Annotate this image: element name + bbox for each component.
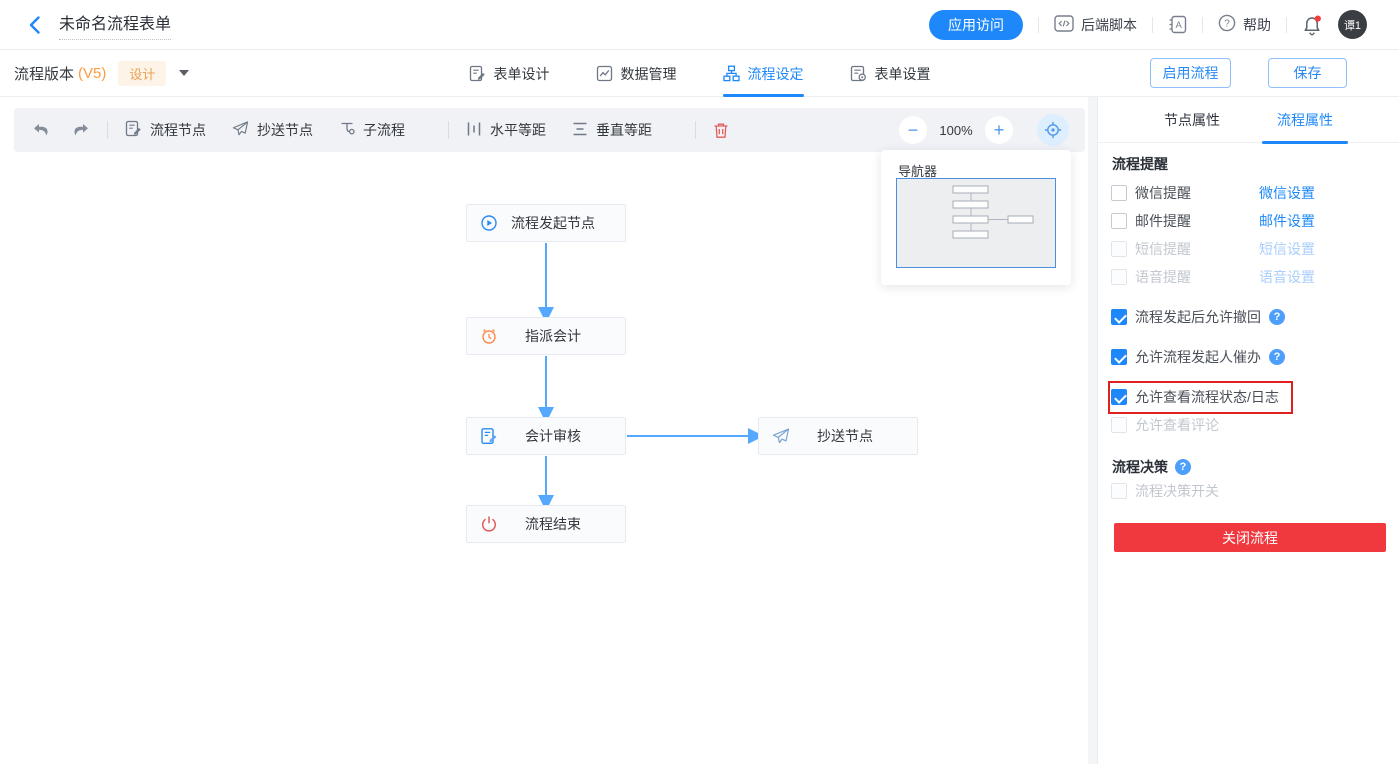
remind-row-voice: 语音提醒 语音设置 bbox=[1111, 267, 1315, 287]
remind-row-email: 邮件提醒 邮件设置 bbox=[1111, 211, 1315, 231]
flow-node-cc[interactable]: 抄送节点 bbox=[758, 417, 918, 455]
tab-form-setting[interactable]: 表单设置 bbox=[850, 50, 931, 97]
remind-section-title: 流程提醒 bbox=[1112, 154, 1168, 174]
voice-remind-checkbox bbox=[1111, 269, 1127, 285]
paper-plane-icon bbox=[232, 120, 249, 140]
alarm-clock-icon bbox=[480, 327, 498, 345]
sms-setting-link: 短信设置 bbox=[1259, 239, 1315, 259]
option-row-view-status-log: 允许查看流程状态/日志 bbox=[1111, 387, 1279, 407]
properties-panel: 节点属性 流程属性 流程提醒 微信提醒 微信设置 邮件提醒 邮件设置 短信提醒 … bbox=[1097, 97, 1399, 764]
help-button[interactable]: ? 帮助 bbox=[1218, 14, 1271, 35]
navigator-panel: 导航器 bbox=[881, 150, 1071, 285]
remind-row-sms: 短信提醒 短信设置 bbox=[1111, 239, 1315, 259]
tab-form-design[interactable]: 表单设计 bbox=[469, 50, 550, 97]
tab-node-properties[interactable]: 节点属性 bbox=[1164, 97, 1220, 143]
option-row-allow-withdraw: 流程发起后允许撤回 ? bbox=[1111, 307, 1285, 327]
vertical-spacing-icon bbox=[572, 121, 588, 140]
navigator-viewport[interactable] bbox=[896, 178, 1056, 268]
divider bbox=[1202, 17, 1203, 33]
add-subflow-button[interactable]: 子流程 bbox=[339, 120, 405, 140]
email-setting-link[interactable]: 邮件设置 bbox=[1259, 211, 1315, 231]
avatar[interactable]: 谭1 bbox=[1338, 10, 1367, 39]
panel-tabs: 节点属性 流程属性 bbox=[1098, 97, 1399, 143]
tab-data-manage[interactable]: 数据管理 bbox=[596, 50, 677, 97]
help-icon[interactable]: ? bbox=[1269, 309, 1285, 325]
save-button[interactable]: 保存 bbox=[1268, 58, 1347, 88]
allow-urge-checkbox[interactable] bbox=[1111, 349, 1127, 365]
notification-bell-icon[interactable] bbox=[1302, 14, 1323, 36]
minimap bbox=[897, 179, 1055, 267]
horizontal-spacing-icon bbox=[466, 121, 482, 140]
back-icon[interactable] bbox=[28, 15, 41, 35]
sms-remind-checkbox bbox=[1111, 241, 1127, 257]
wechat-setting-link[interactable]: 微信设置 bbox=[1259, 183, 1315, 203]
flow-node-assign[interactable]: 指派会计 bbox=[466, 317, 626, 355]
divider bbox=[1286, 17, 1287, 33]
edit-doc-icon bbox=[480, 427, 498, 445]
decision-switch-checkbox[interactable] bbox=[1111, 483, 1127, 499]
add-flow-node-button[interactable]: 流程节点 bbox=[125, 120, 206, 140]
play-icon bbox=[480, 214, 498, 232]
voice-setting-link: 语音设置 bbox=[1259, 267, 1315, 287]
vertical-spacing-button[interactable]: 垂直等距 bbox=[572, 120, 652, 140]
tab-flow-setting[interactable]: 流程设定 bbox=[723, 50, 804, 97]
help-icon[interactable]: ? bbox=[1175, 459, 1191, 475]
power-icon bbox=[480, 515, 498, 533]
sub-header: 流程版本 (V5) 设计 表单设计 数据管理 流程设定 表单设置 启用流 bbox=[0, 50, 1399, 97]
option-row-allow-urge: 允许流程发起人催办 ? bbox=[1111, 347, 1285, 367]
view-status-log-checkbox[interactable] bbox=[1111, 389, 1127, 405]
app-window: 未命名流程表单 应用访问 后端脚本 A ? 帮助 bbox=[0, 0, 1399, 764]
svg-text:?: ? bbox=[1224, 19, 1230, 30]
canvas-scrollbar[interactable] bbox=[1088, 97, 1097, 764]
page-title[interactable]: 未命名流程表单 bbox=[59, 10, 171, 40]
branch-icon bbox=[339, 121, 355, 140]
question-circle-icon: ? bbox=[1218, 14, 1236, 35]
zoom-in-button[interactable]: + bbox=[985, 116, 1013, 144]
flow-node-review[interactable]: 会计审核 bbox=[466, 417, 626, 455]
app-access-button[interactable]: 应用访问 bbox=[929, 10, 1023, 40]
divider bbox=[1038, 17, 1039, 33]
allow-withdraw-checkbox[interactable] bbox=[1111, 309, 1127, 325]
horizontal-spacing-button[interactable]: 水平等距 bbox=[466, 120, 546, 140]
email-remind-checkbox[interactable] bbox=[1111, 213, 1127, 229]
add-cc-node-button[interactable]: 抄送节点 bbox=[232, 120, 313, 140]
svg-text:A: A bbox=[1176, 20, 1183, 31]
fit-view-button[interactable] bbox=[1037, 114, 1069, 146]
canvas-toolbar: 流程节点 抄送节点 子流程 水平等距 bbox=[14, 108, 1085, 152]
top-header: 未命名流程表单 应用访问 后端脚本 A ? 帮助 bbox=[0, 0, 1399, 50]
divider bbox=[448, 121, 449, 139]
flow-canvas[interactable]: 流程节点 抄送节点 子流程 水平等距 bbox=[0, 97, 1097, 764]
undo-icon[interactable] bbox=[32, 122, 50, 138]
main-tabs: 表单设计 数据管理 流程设定 表单设置 bbox=[469, 50, 931, 97]
view-comments-checkbox[interactable] bbox=[1111, 417, 1127, 433]
help-icon[interactable]: ? bbox=[1269, 349, 1285, 365]
redo-icon[interactable] bbox=[72, 122, 90, 138]
tab-flow-properties[interactable]: 流程属性 bbox=[1277, 97, 1333, 143]
delete-trash-icon[interactable] bbox=[713, 122, 729, 139]
divider bbox=[1152, 17, 1153, 33]
flow-node-start[interactable]: 流程发起节点 bbox=[466, 204, 626, 242]
zoom-level: 100% bbox=[938, 123, 974, 138]
zoom-out-button[interactable]: − bbox=[899, 116, 927, 144]
wechat-remind-checkbox[interactable] bbox=[1111, 185, 1127, 201]
edit-doc-icon bbox=[125, 120, 142, 140]
dictionary-icon[interactable]: A bbox=[1168, 15, 1187, 34]
decision-section-title: 流程决策 ? bbox=[1112, 457, 1191, 477]
flow-version-number: (V5) bbox=[78, 65, 106, 82]
enable-flow-button[interactable]: 启用流程 bbox=[1150, 58, 1231, 88]
remind-row-wechat: 微信提醒 微信设置 bbox=[1111, 183, 1315, 203]
flow-node-end[interactable]: 流程结束 bbox=[466, 505, 626, 543]
decision-switch-row: 流程决策开关 bbox=[1111, 481, 1219, 501]
code-icon bbox=[1054, 15, 1074, 35]
flow-version-label: 流程版本 bbox=[14, 63, 74, 84]
paper-plane-icon bbox=[772, 427, 790, 445]
divider bbox=[695, 121, 696, 139]
close-flow-button[interactable]: 关闭流程 bbox=[1114, 523, 1386, 552]
chevron-down-icon[interactable] bbox=[179, 70, 189, 76]
option-row-view-comments: 允许查看评论 bbox=[1111, 415, 1219, 435]
design-mode-badge[interactable]: 设计 bbox=[118, 61, 166, 86]
divider bbox=[107, 121, 108, 139]
backend-script-button[interactable]: 后端脚本 bbox=[1054, 15, 1137, 35]
